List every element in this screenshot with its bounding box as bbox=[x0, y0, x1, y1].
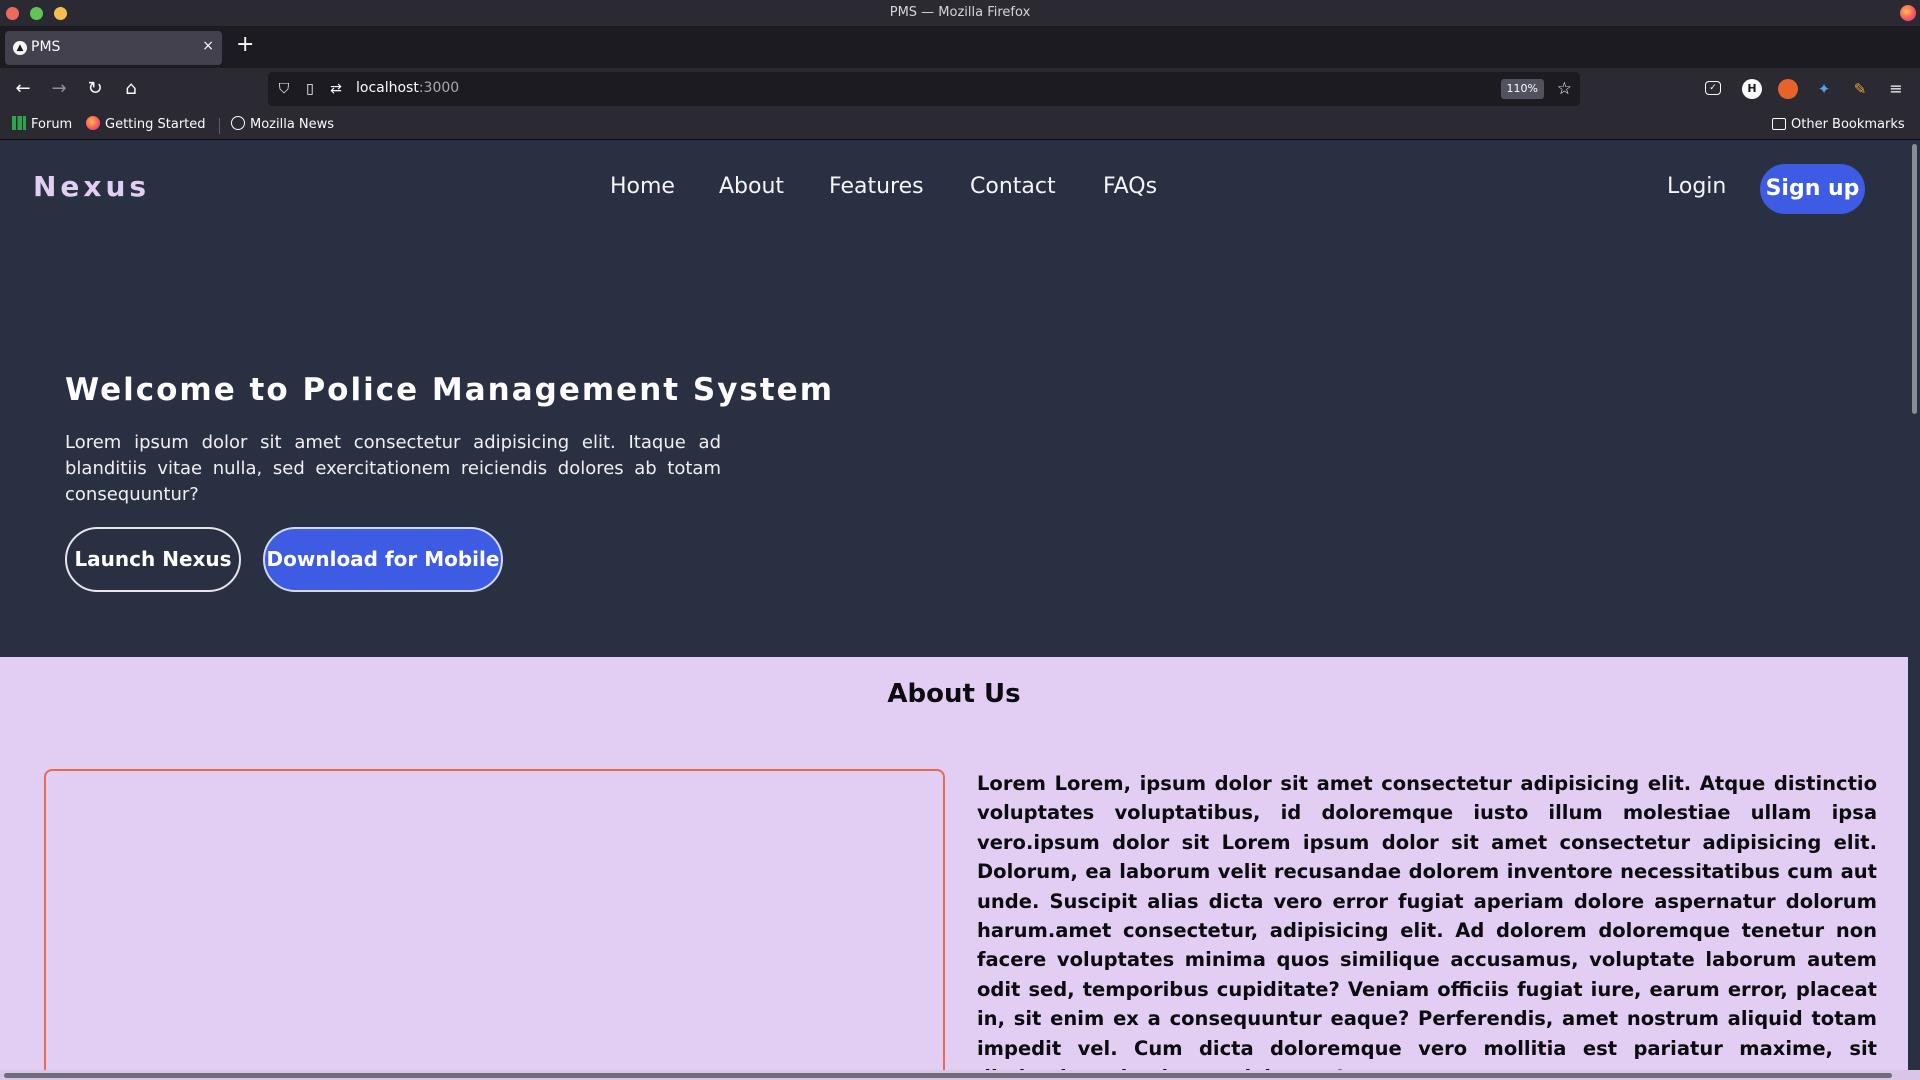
tab-favicon-icon: ▲ bbox=[13, 41, 27, 55]
bookmark-mozilla-news-label: Mozilla News bbox=[250, 117, 335, 132]
brave-extension-icon[interactable] bbox=[1778, 79, 1798, 99]
address-bar[interactable]: ⛉ ▯ ⇄ localhost:3000 110% ☆ bbox=[268, 72, 1580, 106]
about-section: About Us Lorem Lorem, ipsum dolor sit am… bbox=[0, 657, 1908, 1080]
nav-link-faqs[interactable]: FAQs bbox=[1103, 174, 1157, 199]
tab-pms[interactable]: ▲ PMS × bbox=[5, 31, 222, 65]
about-text: Lorem Lorem, ipsum dolor sit amet consec… bbox=[977, 772, 1877, 1080]
horizontal-scrollbar[interactable] bbox=[0, 1070, 1920, 1080]
bird-extension-icon[interactable]: ✦ bbox=[1814, 79, 1834, 99]
url-text[interactable]: localhost:3000 bbox=[356, 80, 459, 96]
hero-section: Nexus Home About Features Contact FAQs L… bbox=[0, 140, 1908, 657]
tab-close-icon[interactable]: × bbox=[202, 38, 214, 54]
signup-button[interactable]: Sign up bbox=[1760, 164, 1865, 214]
bookmark-getting-started-label: Getting Started bbox=[105, 117, 206, 132]
launch-nexus-button[interactable]: Launch Nexus bbox=[65, 527, 241, 592]
about-title: About Us bbox=[887, 679, 1021, 709]
firefox-icon bbox=[1900, 5, 1916, 21]
other-bookmarks-label: Other Bookmarks bbox=[1791, 117, 1905, 132]
page-viewport: Nexus Home About Features Contact FAQs L… bbox=[0, 140, 1920, 1080]
bookmark-separator bbox=[219, 118, 220, 134]
nav-link-contact[interactable]: Contact bbox=[970, 174, 1056, 199]
extension-h-icon[interactable]: H bbox=[1742, 79, 1762, 99]
navigation-toolbar: ← → ↻ ⌂ ⛉ ▯ ⇄ localhost:3000 110% ☆ ✓ H … bbox=[0, 68, 1920, 111]
tab-bar: ▲ PMS × + bbox=[0, 27, 1920, 68]
hero-title: Welcome to Police Management System bbox=[65, 372, 835, 408]
tab-title: PMS bbox=[31, 39, 61, 55]
new-tab-button[interactable]: + bbox=[236, 34, 254, 56]
horizontal-scrollbar-thumb[interactable] bbox=[4, 1073, 1892, 1078]
bookmark-forum[interactable]: Forum bbox=[12, 116, 72, 134]
vertical-scrollbar[interactable] bbox=[1908, 140, 1920, 1070]
folder-icon bbox=[1772, 118, 1786, 130]
page-icon[interactable]: ▯ bbox=[302, 81, 318, 97]
login-link[interactable]: Login bbox=[1667, 174, 1726, 199]
home-icon[interactable]: ⌂ bbox=[118, 76, 144, 102]
nav-link-home[interactable]: Home bbox=[610, 174, 675, 199]
permissions-icon[interactable]: ⇄ bbox=[328, 81, 344, 97]
forward-arrow-icon[interactable]: → bbox=[46, 76, 72, 102]
brand-logo[interactable]: Nexus bbox=[33, 170, 150, 203]
other-bookmarks[interactable]: Other Bookmarks bbox=[1772, 116, 1905, 134]
bookmark-star-icon[interactable]: ☆ bbox=[1557, 79, 1572, 99]
reload-icon[interactable]: ↻ bbox=[82, 76, 108, 102]
shield-icon[interactable]: ⛉ bbox=[276, 81, 292, 97]
vertical-scrollbar-thumb[interactable] bbox=[1912, 144, 1917, 414]
bookmarks-bar: Forum Getting Started Mozilla News Other… bbox=[0, 111, 1920, 140]
nav-link-about[interactable]: About bbox=[719, 174, 784, 199]
window-title: PMS — Mozilla Firefox bbox=[889, 5, 1031, 20]
about-media-frame bbox=[44, 769, 945, 1080]
zoom-level-badge[interactable]: 110% bbox=[1500, 79, 1544, 99]
bookmark-forum-label: Forum bbox=[31, 117, 73, 132]
extension-puzzle-icon[interactable]: ✎ bbox=[1850, 79, 1870, 99]
bookmark-getting-started[interactable]: Getting Started bbox=[86, 116, 206, 134]
globe-icon bbox=[231, 116, 245, 130]
back-arrow-icon[interactable]: ← bbox=[10, 76, 36, 102]
download-mobile-button[interactable]: Download for Mobile bbox=[263, 527, 503, 592]
pocket-icon[interactable]: ✓ bbox=[1705, 81, 1721, 95]
window-titlebar: PMS — Mozilla Firefox bbox=[0, 0, 1920, 27]
hero-description: Lorem ipsum dolor sit amet consectetur a… bbox=[65, 432, 721, 505]
menu-hamburger-icon[interactable]: ≡ bbox=[1886, 79, 1906, 99]
bookmark-mozilla-news[interactable]: Mozilla News bbox=[231, 116, 334, 134]
firefox-icon bbox=[86, 116, 100, 130]
forum-icon bbox=[12, 116, 26, 130]
url-port: :3000 bbox=[418, 80, 460, 96]
nav-link-features[interactable]: Features bbox=[829, 174, 924, 199]
url-host: localhost bbox=[356, 80, 419, 96]
